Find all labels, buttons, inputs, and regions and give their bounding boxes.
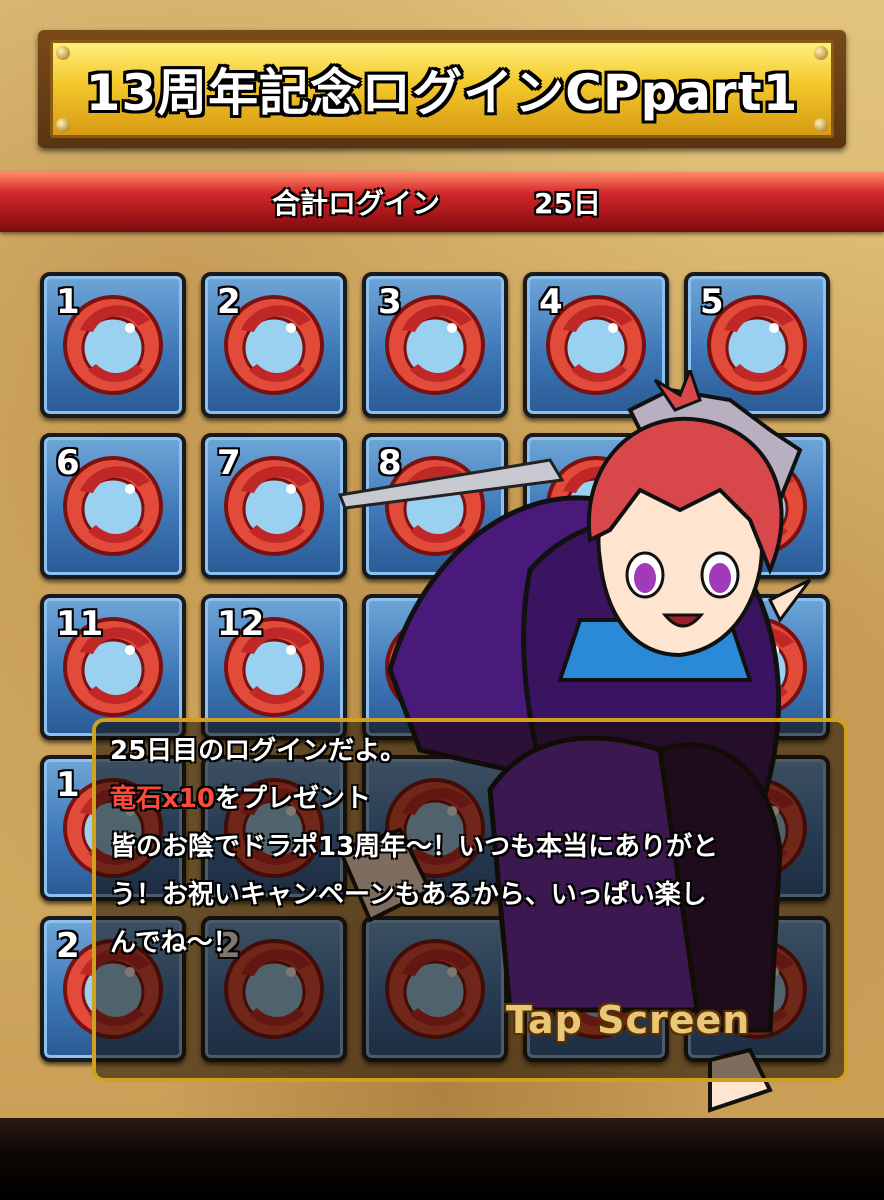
day-number: 12 (217, 604, 265, 644)
day-number: 2 (217, 282, 241, 322)
dialog-message-line: んでね～！ (110, 928, 239, 958)
login-day-tile: 6 (40, 433, 186, 579)
campaign-title: 13周年記念ログインCPpart1 (85, 64, 799, 122)
day-number: 4 (539, 282, 563, 322)
dialog-line-day: 25日目のログインだよ。 (110, 736, 407, 766)
day-number: 7 (217, 443, 241, 483)
login-banner (0, 172, 884, 232)
day-number: 3 (378, 282, 402, 322)
day-number: 11 (56, 604, 104, 644)
dialog-message-line: 皆のお陰でドラポ13周年～！いつも本当にありがと (110, 832, 719, 862)
login-total-days: 25日 (534, 187, 601, 220)
day-number: 1 (56, 765, 80, 805)
dialog-message-line: う！お祝いキャンペーンもあるから、いっぱい楽し (110, 880, 707, 910)
bottom-dark-strip (0, 1118, 884, 1200)
dialog-line-reward: 竜石x10をプレゼント (110, 778, 371, 815)
login-total-label: 合計ログイン (272, 187, 441, 220)
reward-suffix: をプレゼント (214, 784, 371, 814)
reward-item-name: 竜石x10 (110, 784, 215, 814)
day-number: 5 (700, 282, 724, 322)
tap-screen-prompt[interactable]: Tap Screen (506, 998, 750, 1042)
login-day-tile: 1 (40, 272, 186, 418)
day-number: 1 (56, 282, 80, 322)
day-number: 2 (56, 926, 80, 966)
day-number: 6 (56, 443, 80, 483)
